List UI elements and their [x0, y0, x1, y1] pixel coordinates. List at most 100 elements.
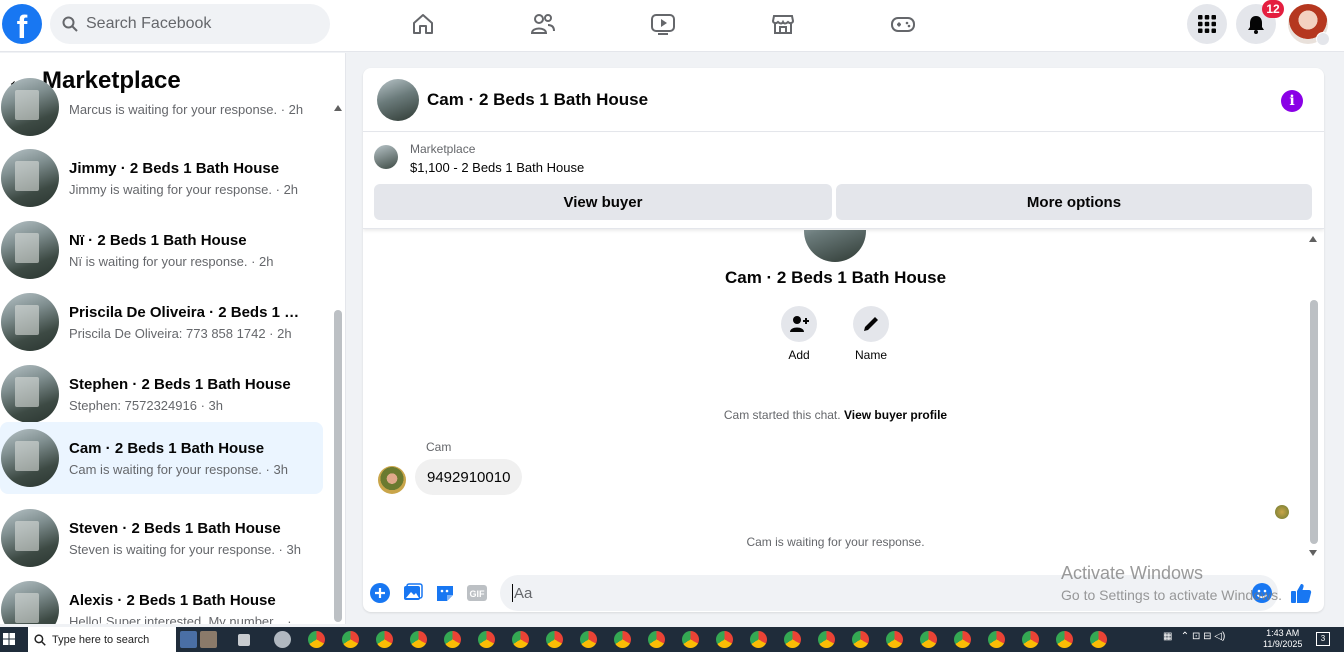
conversation-preview: Marcus is waiting for your response. · 2… — [69, 102, 304, 117]
message-thread: Cam · 2 Beds 1 Bath House Add Name Cam s… — [363, 230, 1324, 570]
listing-thumbnail — [1, 365, 59, 423]
chrome-icon[interactable] — [852, 631, 869, 648]
chrome-icon[interactable] — [682, 631, 699, 648]
view-buyer-profile-link[interactable]: View buyer profile — [844, 408, 947, 422]
gaming-icon[interactable] — [889, 10, 917, 38]
chrome-icon[interactable] — [580, 631, 597, 648]
listing-price-title[interactable]: $1,100 - 2 Beds 1 Bath House — [410, 160, 584, 175]
search-icon — [34, 633, 46, 646]
search-icon — [62, 16, 78, 32]
conversation-title: Steven · 2 Beds 1 Bath House — [69, 519, 281, 537]
conversation-item[interactable]: Marcus is waiting for your response. · 2… — [0, 71, 323, 143]
chrome-icon[interactable] — [750, 631, 767, 648]
chrome-icon[interactable] — [784, 631, 801, 648]
chat-panel: Cam · 2 Beds 1 Bath House i Marketplace … — [363, 68, 1324, 612]
conversation-item-active[interactable]: Cam · 2 Beds 1 Bath House Cam is waiting… — [0, 422, 323, 494]
pencil-icon — [864, 317, 878, 331]
more-options-button[interactable]: More options — [836, 184, 1312, 220]
conversation-title: Cam · 2 Beds 1 Bath House — [69, 439, 265, 457]
listing-thumbnail — [1, 581, 59, 624]
taskbar-search-text: Type here to search — [52, 633, 150, 646]
chrome-icon[interactable] — [342, 631, 359, 648]
chat-scrollbar[interactable] — [1310, 300, 1318, 544]
chrome-icon[interactable] — [1090, 631, 1107, 648]
chrome-icon[interactable] — [478, 631, 495, 648]
chat-avatar[interactable] — [377, 78, 419, 121]
conversation-title: Nï · 2 Beds 1 Bath House — [69, 231, 247, 249]
taskbar-app-icon[interactable] — [274, 631, 291, 648]
sidebar-scrollbar[interactable] — [334, 310, 342, 622]
chrome-icon[interactable] — [818, 631, 835, 648]
bell-icon — [1248, 16, 1264, 34]
chrome-icon[interactable] — [920, 631, 937, 648]
scroll-up-arrow-icon[interactable] — [334, 105, 342, 111]
chrome-icon[interactable] — [648, 631, 665, 648]
search-placeholder: Search Facebook — [86, 15, 212, 32]
notification-count-badge: 12 — [1262, 0, 1284, 18]
taskbar-search-box[interactable]: Type here to search — [28, 627, 176, 652]
task-view-icon[interactable] — [238, 634, 250, 646]
chat-started-notice: Cam started this chat. View buyer profil… — [363, 408, 1308, 422]
chrome-icon[interactable] — [546, 631, 563, 648]
waiting-response-notice: Cam is waiting for your response. — [746, 535, 925, 549]
chrome-icon[interactable] — [410, 631, 427, 648]
conversation-preview: Priscila De Oliveira: 773 858 1742 · 2h — [69, 325, 292, 341]
windows-start-icon[interactable] — [3, 633, 15, 645]
chat-started-text: Cam started this chat. — [723, 408, 841, 422]
system-tray-icons[interactable]: ▦ ⌃ ⊡ ⊟ ◁) — [1163, 631, 1225, 642]
add-action[interactable]: Add — [774, 306, 824, 362]
chrome-icon[interactable] — [308, 631, 325, 648]
chrome-icon[interactable] — [988, 631, 1005, 648]
chrome-icon[interactable] — [614, 631, 631, 648]
chrome-icon[interactable] — [376, 631, 393, 648]
conversation-item[interactable]: Steven · 2 Beds 1 Bath House Steven is w… — [0, 502, 323, 574]
chat-title[interactable]: Cam · 2 Beds 1 Bath House — [427, 90, 648, 110]
marketplace-icon[interactable] — [769, 10, 797, 38]
thumbs-up-icon[interactable] — [1290, 582, 1312, 604]
facebook-logo[interactable]: f — [2, 4, 42, 44]
friends-icon[interactable] — [529, 10, 557, 38]
video-icon[interactable] — [649, 10, 677, 38]
conversation-item[interactable]: Alexis · 2 Beds 1 Bath House Hello! Supe… — [0, 574, 323, 624]
chrome-icon[interactable] — [954, 631, 971, 648]
chat-scroll-up-icon[interactable] — [1309, 236, 1317, 242]
conversation-title: Priscila De Oliveira · 2 Beds 1 Bat... — [69, 303, 309, 321]
photo-icon[interactable] — [402, 582, 424, 604]
conversation-item[interactable]: Nï · 2 Beds 1 Bath House Nï is waiting f… — [0, 214, 323, 286]
marketplace-inbox-sidebar: ← Marketplace Marcus is waiting for your… — [0, 53, 346, 624]
taskbar-app-icon[interactable] — [200, 631, 217, 648]
text-caret — [512, 584, 513, 602]
name-action[interactable]: Name — [846, 306, 896, 362]
chrome-icon[interactable] — [716, 631, 733, 648]
chrome-icon[interactable] — [444, 631, 461, 648]
sticker-icon[interactable] — [434, 582, 456, 604]
gif-icon[interactable]: GIF — [466, 582, 488, 604]
chrome-icon[interactable] — [886, 631, 903, 648]
menu-grid-button[interactable] — [1187, 4, 1227, 44]
view-buyer-button[interactable]: View buyer — [374, 184, 832, 220]
message-bubble[interactable]: 9492910010 — [415, 459, 523, 495]
chrome-icon[interactable] — [1056, 631, 1073, 648]
listing-thumbnail — [1, 78, 59, 136]
plus-circle-icon[interactable] — [369, 582, 391, 604]
notification-center-icon[interactable]: 3 — [1316, 632, 1330, 646]
conversation-item[interactable]: Stephen · 2 Beds 1 Bath House Stephen: 7… — [0, 358, 323, 430]
chat-header: Cam · 2 Beds 1 Bath House — [363, 68, 1324, 132]
account-avatar[interactable] — [1288, 4, 1330, 46]
chrome-icon[interactable] — [1022, 631, 1039, 648]
conversation-item[interactable]: Priscila De Oliveira · 2 Beds 1 Bat... P… — [0, 286, 323, 358]
windows-taskbar: Type here to search ▦ ⌃ ⊡ ⊟ ◁) 1:43 AM 1… — [0, 627, 1344, 652]
taskbar-clock[interactable]: 1:43 AM 11/9/2025 — [1263, 628, 1302, 650]
taskbar-app-icon[interactable] — [180, 631, 197, 648]
sender-avatar[interactable] — [378, 466, 406, 494]
search-facebook-input[interactable]: Search Facebook — [50, 4, 330, 44]
home-icon[interactable] — [409, 10, 437, 38]
conversation-title: Jimmy · 2 Beds 1 Bath House — [69, 159, 280, 177]
name-label: Name — [854, 348, 887, 362]
chat-scroll-down-icon[interactable] — [1309, 550, 1317, 556]
info-icon[interactable]: i — [1281, 90, 1303, 112]
chrome-icon[interactable] — [512, 631, 529, 648]
conversation-item[interactable]: Jimmy · 2 Beds 1 Bath House Jimmy is wai… — [0, 142, 323, 214]
message-sender-name: Cam — [426, 440, 452, 454]
marketplace-label: Marketplace — [410, 142, 476, 156]
